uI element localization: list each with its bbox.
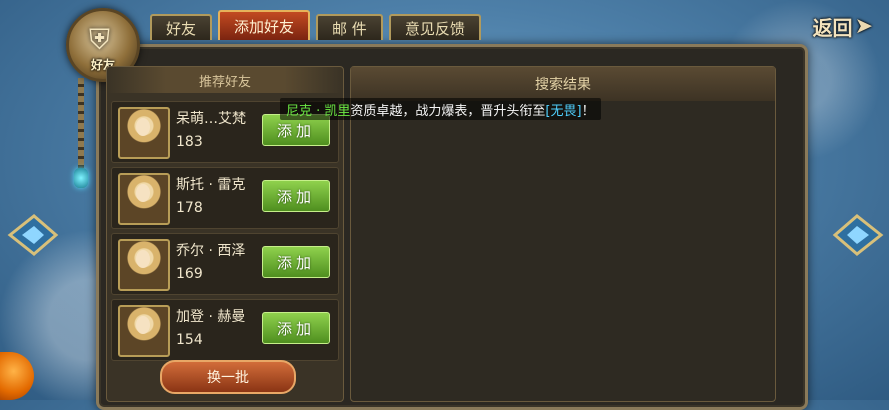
nav-left-arrow-icon[interactable] [6, 210, 60, 260]
add-friend-button[interactable]: 添加 [262, 312, 330, 344]
portrait-icon [118, 107, 170, 159]
tab-bar: 好友 添加好友 邮 件 意见反馈 [150, 10, 481, 40]
friend-row: 乔尔 · 西泽 169 添加 [111, 233, 339, 295]
announcement-title: [无畏] [545, 103, 582, 119]
back-label: 返回 [812, 16, 853, 40]
friend-name: 斯托 · 雷克 [176, 177, 246, 193]
announcement-banner: 尼克 · 凯里 资质卓越，战力爆表，晋升头衔至 [无畏] ！ [280, 98, 601, 120]
back-arrow-icon: ➤ [854, 14, 873, 39]
shield-icon: ⛨ [89, 23, 111, 56]
portrait-icon [118, 239, 170, 291]
back-button[interactable]: 返回 ➤ [813, 12, 873, 41]
add-friend-button[interactable]: 添加 [262, 246, 330, 278]
friend-row: 斯托 · 雷克 178 添加 [111, 167, 339, 229]
tab-add-friend[interactable]: 添加好友 [218, 10, 311, 40]
announcement-end: ！ [581, 103, 595, 119]
friend-name: 呆萌…艾梵 [176, 111, 246, 127]
tab-feedback[interactable]: 意见反馈 [388, 14, 481, 40]
gem-decoration [74, 168, 88, 188]
friend-name: 加登 · 赫曼 [176, 309, 246, 325]
announcement-player[interactable]: 尼克 · 凯里 [286, 100, 350, 119]
friend-name: 乔尔 · 西泽 [176, 243, 246, 259]
tab-mail[interactable]: 邮 件 [316, 14, 383, 40]
friend-level: 154 [176, 332, 203, 348]
announcement-text: 资质卓越，战力爆表，晋升头衔至 [350, 103, 546, 119]
portrait-icon [118, 305, 170, 357]
refresh-button[interactable]: 换一批 [160, 360, 296, 394]
nav-right-arrow-icon[interactable] [831, 210, 885, 260]
tab-friends[interactable]: 好友 [150, 14, 213, 40]
portrait-icon [118, 173, 170, 225]
search-results-title: 搜索结果 [351, 67, 775, 101]
add-friend-button[interactable]: 添加 [262, 180, 330, 212]
friend-level: 178 [176, 200, 203, 216]
recommend-list: 呆萌…艾梵 183 添加 斯托 · 雷克 178 添加 乔尔 · 西泽 169 … [111, 101, 339, 365]
friend-row: 加登 · 赫曼 154 添加 [111, 299, 339, 361]
friend-level: 169 [176, 266, 203, 282]
friend-level: 183 [176, 134, 203, 150]
recommend-title: 推荐好友 [107, 67, 343, 93]
